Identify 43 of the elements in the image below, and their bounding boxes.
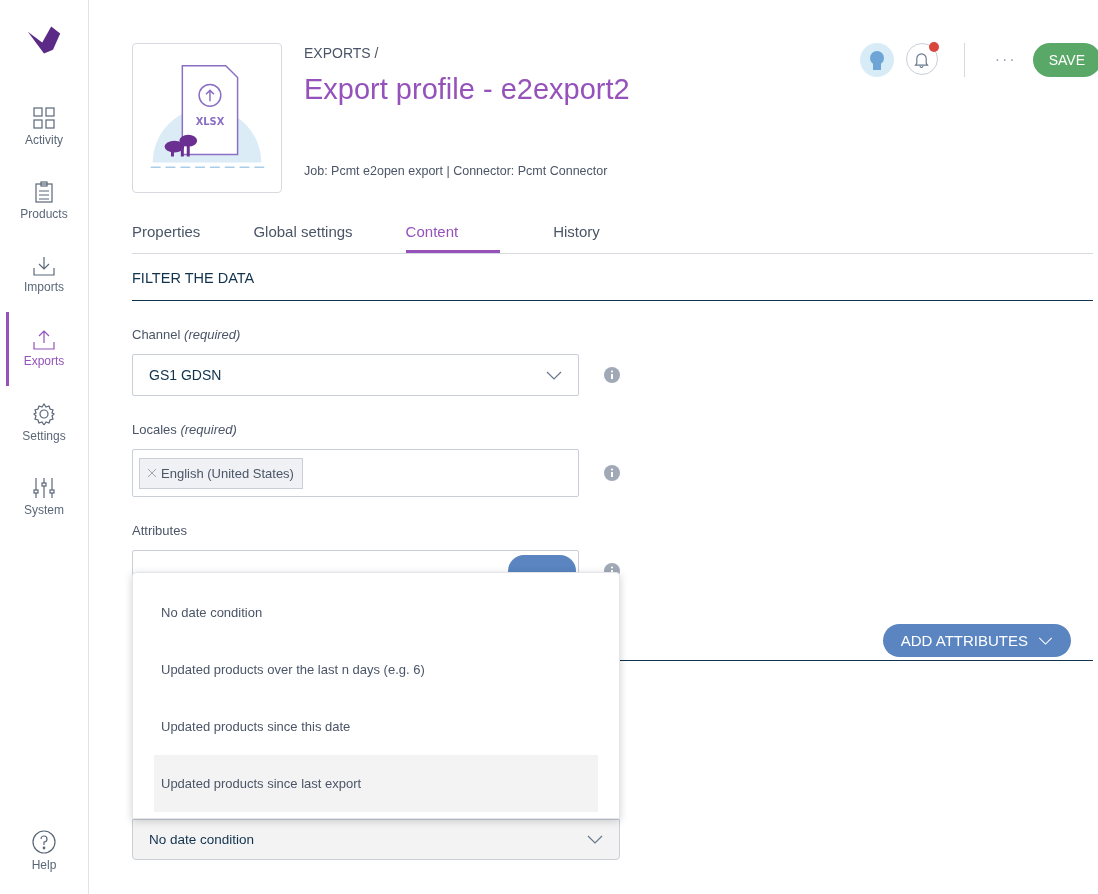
page-title: Export profile - e2export2 bbox=[304, 73, 631, 106]
date-condition-select[interactable]: No date condition bbox=[132, 819, 620, 860]
help-icon bbox=[32, 830, 56, 854]
field-label: Channel (required) bbox=[132, 327, 242, 342]
channel-select[interactable]: GS1 GDSN bbox=[132, 354, 579, 396]
menu-option[interactable]: Updated products since this date bbox=[154, 698, 598, 755]
grid-icon bbox=[33, 107, 55, 129]
field-label: Attributes bbox=[132, 523, 188, 538]
add-attributes-button[interactable]: ADD ATTRIBUTES bbox=[882, 624, 1071, 657]
locale-chip[interactable]: English (United States) bbox=[139, 457, 303, 489]
sidebar-item[interactable]: System bbox=[0, 460, 89, 534]
sidebar-item[interactable]: Settings bbox=[0, 386, 89, 460]
sliders-icon bbox=[33, 477, 55, 499]
file-drawing: XLSX bbox=[133, 44, 281, 192]
close-icon[interactable] bbox=[148, 469, 156, 477]
avatar-icon[interactable] bbox=[859, 43, 894, 77]
tab[interactable]: History bbox=[553, 209, 600, 253]
tab[interactable]: Global settings bbox=[253, 209, 353, 253]
tab[interactable]: Properties bbox=[132, 209, 201, 253]
sidebar-item[interactable]: Exports bbox=[0, 312, 89, 386]
menu-option[interactable]: Updated products since last export bbox=[154, 755, 598, 812]
menu-option[interactable]: Updated products over the last n days (e.g. 6) bbox=[154, 641, 598, 698]
sidebar-item[interactable]: Imports bbox=[0, 238, 89, 312]
bell-icon bbox=[914, 50, 930, 68]
breadcrumb-link[interactable]: EXPORTS / bbox=[304, 45, 860, 61]
section-title: FILTER THE DATA bbox=[132, 254, 1093, 301]
field-label: Locales (required) bbox=[132, 422, 238, 437]
sidebar-item[interactable]: Activity bbox=[0, 90, 89, 164]
help-link[interactable]: Help bbox=[0, 814, 89, 888]
locales-field[interactable]: English (United States) bbox=[132, 449, 579, 497]
sidebar-item[interactable]: Products bbox=[0, 164, 89, 238]
upload-icon bbox=[33, 330, 55, 350]
chevron-icon bbox=[1038, 636, 1053, 645]
settings-icon bbox=[33, 403, 55, 425]
tab[interactable]: Content bbox=[405, 209, 501, 253]
info-icon[interactable] bbox=[604, 465, 620, 481]
download-icon bbox=[33, 256, 55, 276]
clipboard-icon bbox=[34, 181, 54, 203]
info-icon[interactable] bbox=[604, 367, 620, 383]
menu-option[interactable]: No date condition bbox=[154, 584, 598, 641]
job-info: Job: Pcmt e2open export | Connector: Pcmt Connector bbox=[304, 164, 609, 178]
chevron-icon bbox=[546, 370, 562, 380]
chevron-icon bbox=[587, 835, 603, 844]
